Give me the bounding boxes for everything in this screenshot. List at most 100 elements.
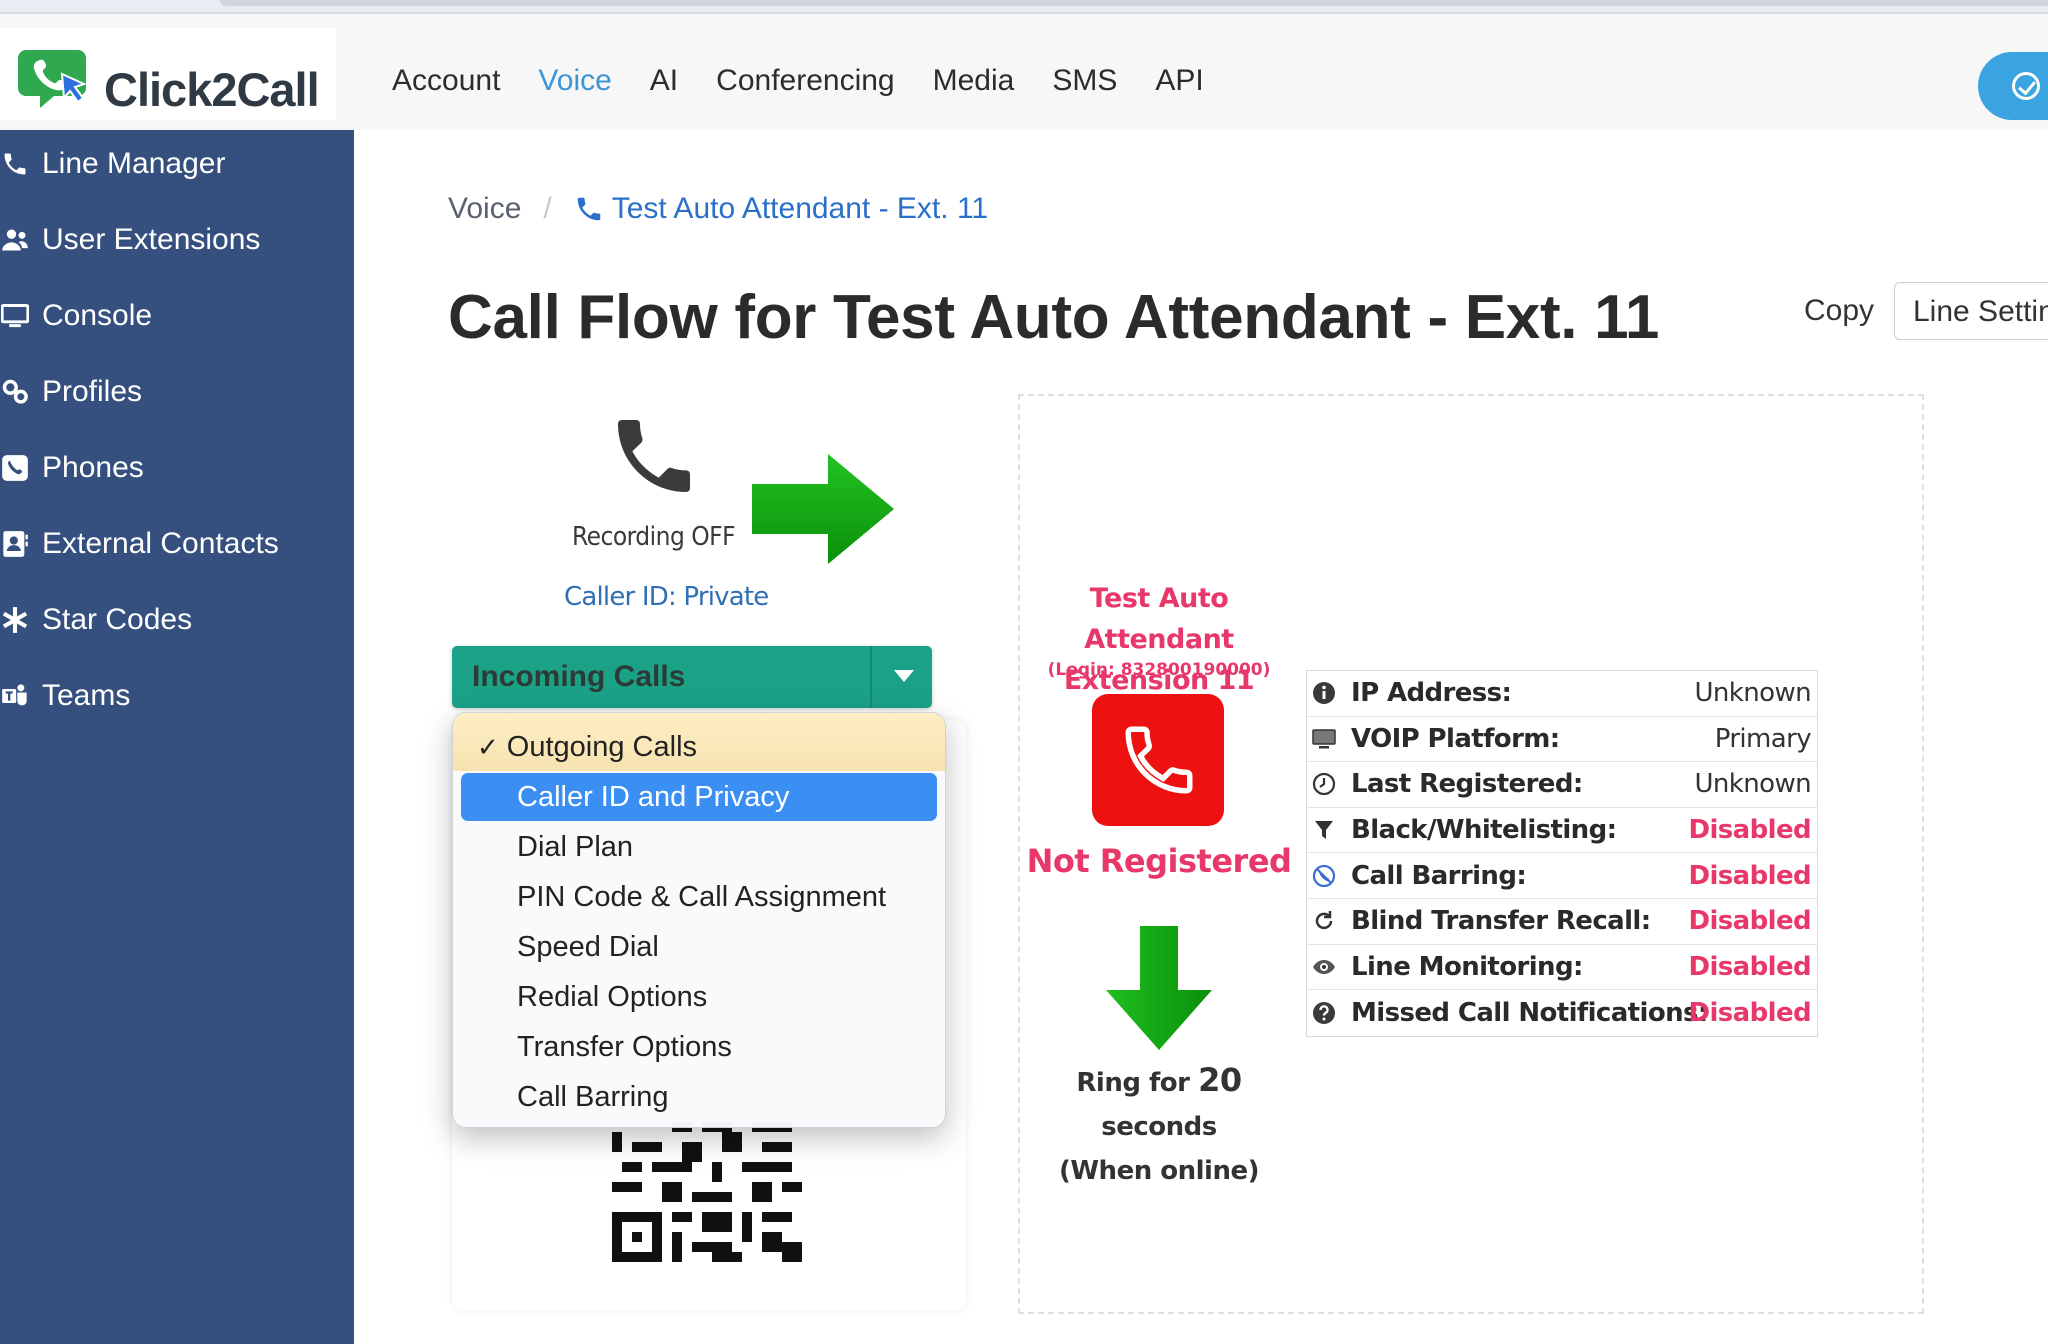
check-circle-icon: [2012, 72, 2040, 100]
users-icon: [0, 225, 30, 255]
nav-sms[interactable]: SMS: [1052, 64, 1117, 98]
sidebar-item-profiles[interactable]: Profiles: [0, 362, 354, 422]
question-icon: [1311, 1000, 1337, 1026]
nav-conferencing[interactable]: Conferencing: [716, 64, 894, 98]
status-row-call-barring: Call Barring: Disabled: [1307, 853, 1817, 899]
extension-status-table: IP Address: Unknown VOIP Platform: Prima…: [1306, 670, 1818, 1037]
dropdown-item-redial[interactable]: Redial Options: [461, 973, 937, 1021]
nav-media[interactable]: Media: [933, 64, 1015, 98]
status-value[interactable]: Disabled: [1689, 998, 1812, 1028]
sidebar-item-line-manager[interactable]: Line Manager: [0, 134, 354, 194]
status-label: Missed Call Notifications:: [1351, 997, 1708, 1028]
dropdown-group-outgoing-calls[interactable]: ✓ Outgoing Calls: [461, 723, 937, 771]
browser-tab[interactable]: [220, 0, 2048, 6]
sidebar-item-label: Console: [42, 299, 153, 332]
status-label: Call Barring:: [1351, 860, 1527, 891]
breadcrumb-current[interactable]: Test Auto Attendant - Ext. 11: [574, 192, 988, 226]
status-row-last-registered: Last Registered: Unknown: [1307, 762, 1817, 808]
ring-prefix: Ring for: [1076, 1068, 1190, 1098]
extension-name[interactable]: Test Auto Attendant Extension 11: [1018, 578, 1300, 701]
filter-icon: [1311, 817, 1337, 843]
sidebar-item-label: Line Manager: [42, 147, 226, 180]
status-value[interactable]: Disabled: [1689, 952, 1812, 982]
dropdown-item-call-barring[interactable]: Call Barring: [461, 1073, 937, 1121]
dropdown-item-transfer[interactable]: Transfer Options: [461, 1023, 937, 1071]
extension-login: (Login: 832800190000): [1047, 660, 1271, 680]
arrow-right-icon: [752, 454, 894, 564]
status-row-ip-address: IP Address: Unknown: [1307, 671, 1817, 717]
ring-duration[interactable]: Ring for 20 seconds (When online): [1018, 1058, 1300, 1193]
ring-suffix: seconds: [1101, 1112, 1217, 1142]
dropdown-item-speed-dial[interactable]: Speed Dial: [461, 923, 937, 971]
chevron-down-icon[interactable]: [894, 670, 914, 682]
recording-status[interactable]: Recording OFF: [572, 522, 736, 552]
ring-line-1: Ring for 20 seconds: [1018, 1058, 1300, 1149]
nav-api[interactable]: API: [1155, 64, 1203, 98]
select-divider: [870, 646, 872, 708]
status-label: Black/Whitelisting:: [1351, 815, 1617, 846]
refresh-icon: [1311, 908, 1337, 934]
call-direction-label: Incoming Calls: [472, 660, 686, 693]
account-status-button[interactable]: [1978, 52, 2048, 120]
status-value: Unknown: [1694, 678, 1812, 709]
sidebar-item-external-contacts[interactable]: External Contacts: [0, 514, 354, 574]
clock-icon: [1311, 771, 1337, 797]
extension-phone-button[interactable]: [1092, 694, 1224, 826]
phone-icon: [0, 149, 30, 179]
status-value[interactable]: Disabled: [1689, 815, 1812, 845]
status-label: Blind Transfer Recall:: [1351, 906, 1651, 937]
page-title: Call Flow for Test Auto Attendant - Ext.…: [448, 283, 1660, 352]
nav-voice[interactable]: Voice: [538, 64, 611, 98]
gears-icon: [0, 377, 30, 407]
qr-code[interactable]: [612, 1122, 802, 1262]
status-row-black-whitelisting: Black/Whitelisting: Disabled: [1307, 808, 1817, 854]
sidebar-item-label: Teams: [42, 679, 131, 712]
status-row-line-monitoring: Line Monitoring: Disabled: [1307, 945, 1817, 991]
status-value: Unknown: [1694, 769, 1812, 800]
registration-status: Not Registered: [1026, 842, 1292, 880]
breadcrumb-voice-link[interactable]: Voice: [448, 192, 521, 226]
click2call-logo-icon: [18, 50, 87, 108]
sidebar-item-label: Profiles: [42, 375, 143, 408]
status-value[interactable]: Disabled: [1689, 906, 1812, 936]
dropdown-group-label: Outgoing Calls: [506, 730, 698, 763]
breadcrumb-separator: /: [543, 192, 552, 225]
status-label: Line Monitoring:: [1351, 951, 1583, 982]
caller-id-status[interactable]: Caller ID: Private: [564, 582, 769, 612]
status-row-blind-transfer-recall: Blind Transfer Recall: Disabled: [1307, 899, 1817, 945]
status-value[interactable]: Disabled: [1689, 861, 1812, 891]
sidebar-item-star-codes[interactable]: Star Codes: [0, 590, 354, 650]
copy-button[interactable]: Copy: [1804, 294, 1874, 328]
status-row-voip-platform: VOIP Platform: Primary: [1307, 717, 1817, 763]
asterisk-icon: [0, 605, 30, 635]
status-label: Last Registered:: [1351, 769, 1583, 800]
monitor-icon: [0, 301, 30, 331]
dropdown-item-caller-id[interactable]: Caller ID and Privacy: [461, 773, 937, 821]
sidebar-item-label: Star Codes: [42, 603, 193, 636]
extension-title: Test Auto Attendant: [1084, 583, 1234, 655]
nav-ai[interactable]: AI: [650, 64, 678, 98]
line-settings-button[interactable]: Line Settings: [1894, 282, 2048, 340]
ring-seconds: 20: [1198, 1061, 1242, 1099]
monitor-icon: [1311, 726, 1337, 752]
eye-icon: [1311, 954, 1337, 980]
dropdown-item-pin-code[interactable]: PIN Code & Call Assignment: [461, 873, 937, 921]
call-direction-select[interactable]: Incoming Calls: [452, 646, 932, 708]
sidebar-item-label: Phones: [42, 451, 144, 484]
sidebar-item-label: User Extensions: [42, 223, 261, 256]
top-nav: Account Voice AI Conferencing Media SMS …: [392, 64, 1204, 98]
sidebar-item-user-extensions[interactable]: User Extensions: [0, 210, 354, 270]
sidebar-item-phones[interactable]: Phones: [0, 438, 354, 498]
phone-square-icon: [0, 453, 30, 483]
call-barring-icon: [1311, 863, 1337, 889]
breadcrumb: Voice / Test Auto Attendant - Ext. 11: [448, 192, 988, 226]
sidebar-item-label: External Contacts: [42, 527, 279, 560]
logo[interactable]: Click2Call: [0, 28, 336, 120]
sidebar-item-console[interactable]: Console: [0, 286, 354, 346]
status-label: VOIP Platform:: [1351, 723, 1560, 754]
nav-account[interactable]: Account: [392, 64, 500, 98]
info-icon: [1311, 680, 1337, 706]
sidebar-item-teams[interactable]: Teams: [0, 666, 354, 726]
status-label: IP Address:: [1351, 678, 1512, 709]
dropdown-item-dial-plan[interactable]: Dial Plan: [461, 823, 937, 871]
